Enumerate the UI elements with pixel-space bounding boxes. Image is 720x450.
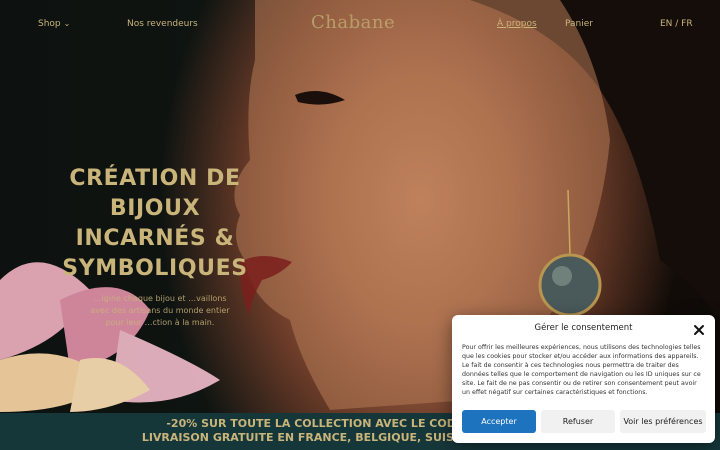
nav-shop-label: Shop [38,19,61,29]
consent-body: Pour offrir les meilleures expériences, … [462,344,701,397]
language-switcher[interactable]: EN / FR [660,19,693,29]
refuse-button[interactable]: Refuser [541,410,615,433]
close-icon[interactable] [693,321,705,335]
earring-stone [538,253,602,317]
top-navigation: Shop ⌄ Nos revendeurs Chabane À propos Pa… [0,0,720,48]
consent-dialog: Gérer le consentement Pour offrir les me… [452,315,715,443]
consent-title: Gérer le consentement [534,323,633,333]
accept-button[interactable]: Accepter [462,410,536,433]
nav-a-propos[interactable]: À propos [497,19,537,29]
nav-panier[interactable]: Panier [565,19,593,29]
lotus-flower [0,262,220,412]
chevron-down-icon: ⌄ [63,19,71,28]
site-logo[interactable]: Chabane [311,12,395,33]
hero-headline: CRÉATION DE BIJOUX INCARNÉS & SYMBOLIQUE… [62,166,248,281]
preferences-button[interactable]: Voir les préférences [620,410,706,433]
hero-subtext: …igine chaque bijou et …vaillons avec de… [90,294,230,327]
nav-shop[interactable]: Shop ⌄ [38,19,70,29]
earring-shine [552,266,572,286]
nav-revendeurs[interactable]: Nos revendeurs [127,19,198,29]
